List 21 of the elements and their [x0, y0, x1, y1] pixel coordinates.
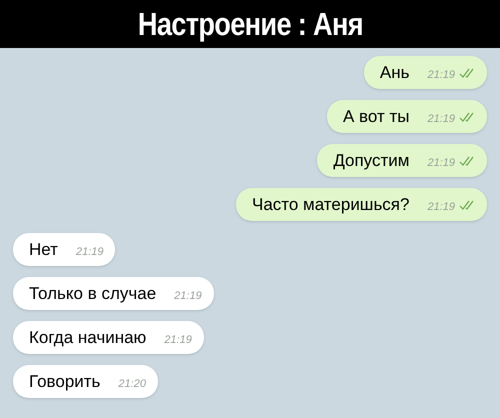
message-text: Часто материшься? — [252, 194, 410, 216]
message-text: Допустим — [333, 150, 410, 172]
message-text: Говорить — [29, 370, 100, 393]
message-time: 21:19 — [174, 289, 202, 304]
double-check-icon — [459, 112, 475, 122]
double-check-icon — [459, 200, 475, 210]
message-time: 21:19 — [427, 68, 455, 84]
message-text: Нет — [29, 238, 58, 261]
title: Настроение : Аня — [137, 5, 363, 44]
message-text: А вот ты — [342, 106, 410, 128]
message-text: Только в случае — [29, 282, 156, 305]
message-time: 21:19 — [76, 245, 104, 260]
message-time: 21:19 — [164, 333, 192, 348]
message-time: 21:20 — [118, 377, 146, 392]
message-text: Ань — [380, 62, 410, 84]
message-time: 21:19 — [427, 156, 455, 172]
double-check-icon — [459, 68, 475, 78]
message-text: Когда начинаю — [29, 326, 146, 349]
message-time: 21:19 — [427, 200, 455, 216]
message-time: 21:19 — [427, 112, 455, 128]
double-check-icon — [459, 156, 475, 166]
